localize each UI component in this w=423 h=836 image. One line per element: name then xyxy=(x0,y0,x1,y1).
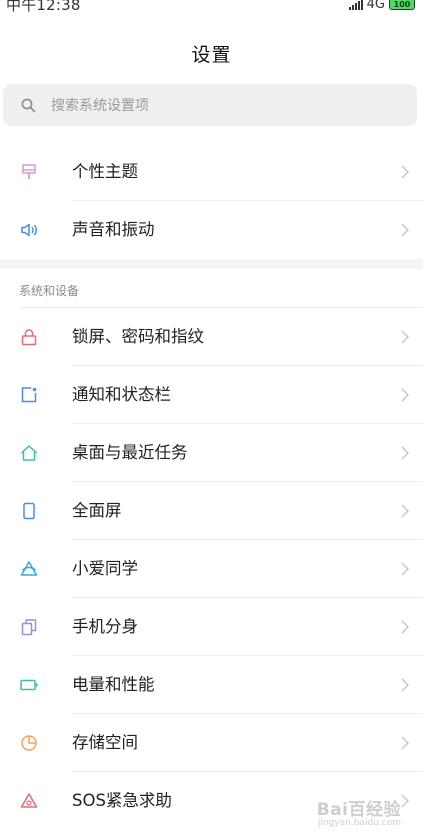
page-title: 设置 xyxy=(191,44,232,66)
network-type: 4G xyxy=(366,0,385,12)
chevron-right-icon xyxy=(401,562,409,576)
sos-icon xyxy=(20,793,38,808)
chevron-right-icon xyxy=(401,165,409,179)
home-icon xyxy=(20,445,38,461)
status-time: 中午12:38 xyxy=(6,0,81,14)
settings-item-label: 锁屏、密码和指纹 xyxy=(72,327,204,346)
battery-indicator: 100 xyxy=(389,0,415,10)
settings-item-second-space[interactable]: 手机分身 xyxy=(0,598,423,656)
theme-icon xyxy=(22,164,36,179)
watermark-url: jingyan.baidu.com xyxy=(317,818,401,828)
xiaoai-icon xyxy=(20,561,38,576)
chevron-right-icon xyxy=(401,678,409,692)
signal-icon xyxy=(348,0,363,10)
settings-item-label: 桌面与最近任务 xyxy=(72,443,188,462)
settings-item-label: 通知和状态栏 xyxy=(72,385,171,404)
chevron-right-icon xyxy=(401,504,409,518)
chevron-right-icon xyxy=(401,736,409,750)
section-header: 系统和设备 xyxy=(19,284,80,298)
settings-item-label: 电量和性能 xyxy=(72,675,155,694)
battery-level: 100 xyxy=(393,0,411,9)
section-separator xyxy=(0,259,423,269)
settings-item-label: 全面屏 xyxy=(72,501,122,520)
lock-icon xyxy=(21,329,37,346)
chevron-right-icon xyxy=(401,330,409,344)
settings-item-label: 小爱同学 xyxy=(72,559,138,578)
settings-item-storage[interactable]: 存储空间 xyxy=(0,714,423,772)
settings-item-lock-screen[interactable]: 锁屏、密码和指纹 xyxy=(0,308,423,366)
settings-item-label: 声音和振动 xyxy=(72,220,155,239)
personalization-group: 个性主题 声音和振动 xyxy=(0,143,423,259)
settings-item-battery[interactable]: 电量和性能 xyxy=(0,656,423,714)
settings-item-label: 个性主题 xyxy=(72,162,138,181)
settings-item-full-screen[interactable]: 全面屏 xyxy=(0,482,423,540)
settings-item-label: SOS紧急求助 xyxy=(72,791,172,810)
settings-item-sound[interactable]: 声音和振动 xyxy=(0,201,423,259)
chevron-right-icon xyxy=(401,388,409,402)
settings-item-label: 存储空间 xyxy=(72,733,138,752)
chevron-right-icon xyxy=(401,794,409,808)
storage-icon xyxy=(21,735,37,751)
settings-item-notifications[interactable]: 通知和状态栏 xyxy=(0,366,423,424)
watermark: Bai百经验 jingyan.baidu.com xyxy=(317,795,401,828)
status-indicators: 4G 100 xyxy=(348,0,415,14)
watermark-brand: Bai百经验 xyxy=(316,800,401,820)
notification-icon xyxy=(21,387,37,403)
search-icon xyxy=(21,98,36,112)
settings-item-home-screen[interactable]: 桌面与最近任务 xyxy=(0,424,423,482)
search-input[interactable]: 搜索系统设置项 xyxy=(3,84,417,126)
second-space-icon xyxy=(21,619,37,636)
chevron-right-icon xyxy=(401,223,409,237)
chevron-right-icon xyxy=(401,620,409,634)
system-device-group: 锁屏、密码和指纹 通知和状态栏 桌面与最近任务 全面屏 小爱同学 手机分身 电量… xyxy=(0,308,423,830)
settings-item-label: 手机分身 xyxy=(72,617,138,636)
speaker-icon xyxy=(21,223,37,237)
battery-icon xyxy=(20,679,38,691)
phone-screen-icon xyxy=(23,502,35,520)
settings-item-theme[interactable]: 个性主题 xyxy=(0,143,423,201)
search-placeholder: 搜索系统设置项 xyxy=(51,98,149,114)
settings-item-xiaoai[interactable]: 小爱同学 xyxy=(0,540,423,598)
chevron-right-icon xyxy=(401,446,409,460)
status-bar: 中午12:38 4G 100 xyxy=(0,0,423,14)
